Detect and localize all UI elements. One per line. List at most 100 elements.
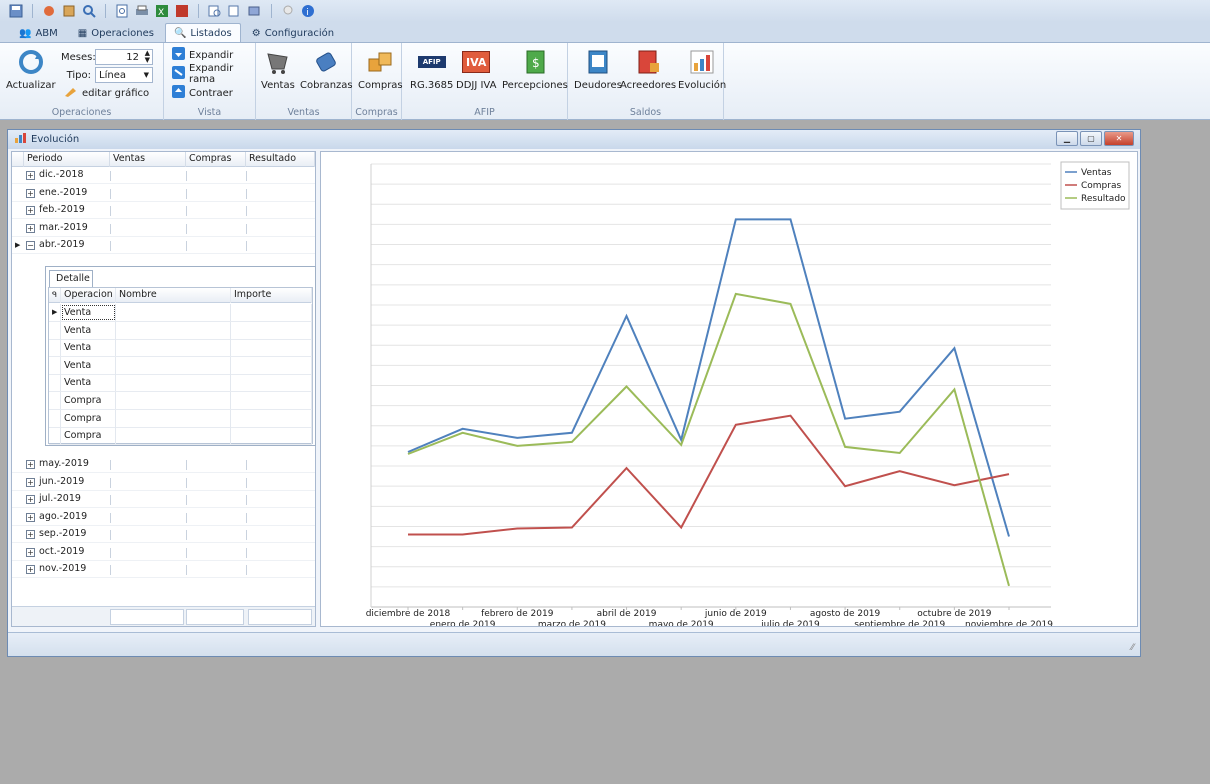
info-icon[interactable]: i [300, 3, 316, 19]
lightbulb-icon[interactable] [280, 3, 296, 19]
importe-cell[interactable] [231, 356, 312, 374]
acreedores-button[interactable]: Acreedores [620, 47, 676, 91]
percepciones-button[interactable]: $ Percepciones [502, 47, 568, 91]
table-row[interactable]: + ene.-2019 [12, 185, 315, 202]
nombre-cell[interactable] [116, 356, 231, 374]
contraer-button[interactable]: Contraer [172, 85, 233, 101]
expand-icon[interactable]: + [26, 460, 35, 469]
excel-icon[interactable]: X [154, 3, 170, 19]
nombre-cell[interactable] [116, 409, 231, 427]
actualizar-button[interactable]: Actualizar [6, 47, 56, 91]
tab-operaciones[interactable]: ▦ Operaciones [69, 23, 163, 42]
expand-icon[interactable]: + [26, 530, 35, 539]
collapse-icon[interactable]: − [26, 241, 35, 250]
window-titlebar[interactable]: Evolución ▁ ▢ ✕ [8, 130, 1140, 149]
importe-cell[interactable] [231, 374, 312, 392]
header-nombre[interactable]: Nombre [116, 288, 231, 303]
resize-grip-icon[interactable]: ⁄⁄ [1131, 643, 1134, 653]
importe-cell[interactable] [231, 409, 312, 427]
restore-icon[interactable]: ▢ [1080, 131, 1102, 146]
expand-icon[interactable]: + [26, 171, 35, 180]
header-importe[interactable]: Importe [231, 288, 312, 303]
header-periodo[interactable]: Periodo [24, 152, 110, 167]
expand-icon[interactable]: + [26, 547, 35, 557]
tab-detalle[interactable]: Detalle [49, 270, 93, 287]
operacion-cell[interactable]: Venta [61, 356, 116, 374]
nombre-cell[interactable] [116, 427, 231, 445]
operacion-cell[interactable]: Venta [61, 374, 116, 392]
header-resultado[interactable]: Resultado [246, 152, 315, 167]
operacion-cell[interactable]: Venta [61, 321, 116, 339]
expandir-button[interactable]: Expandir [172, 47, 233, 63]
detalle-row[interactable]: Venta [49, 356, 312, 375]
nombre-cell[interactable] [116, 304, 231, 321]
detalle-row[interactable]: Compra [49, 427, 312, 446]
compras-button[interactable]: Compras [358, 47, 403, 91]
expand-icon[interactable]: + [26, 188, 35, 198]
ddjj-iva-button[interactable]: IVA DDJJ IVA [456, 47, 496, 91]
operacion-cell[interactable]: Compra [61, 392, 116, 409]
table-row[interactable]: + jun.-2019 [12, 474, 315, 491]
find-dropdown-icon[interactable] [227, 3, 243, 19]
expand-icon[interactable]: + [26, 223, 35, 233]
table-row[interactable]: + jul.-2019 [12, 491, 315, 508]
operacion-cell[interactable]: Venta [61, 339, 116, 357]
detalle-row[interactable]: Venta [49, 374, 312, 393]
detalle-row[interactable]: Compra [49, 392, 312, 410]
table-row[interactable]: + feb.-2019 [12, 202, 315, 219]
detalle-row[interactable]: ▶ Venta [49, 304, 312, 322]
form-icon[interactable] [61, 3, 77, 19]
operacion-cell[interactable]: Compra [61, 409, 116, 427]
importe-cell[interactable] [231, 427, 312, 445]
preview-icon[interactable] [114, 3, 130, 19]
tab-configuracion[interactable]: ⚙ Configuración [243, 23, 343, 42]
table-row[interactable]: + dic.-2018 [12, 167, 315, 184]
table-row[interactable]: + nov.-2019 [12, 561, 315, 578]
deudores-button[interactable]: Deudores [574, 47, 622, 91]
zoom-icon[interactable] [81, 3, 97, 19]
filter-icon[interactable]: ᑫ [49, 288, 61, 303]
print-icon[interactable] [134, 3, 150, 19]
table-row[interactable]: + oct.-2019 [12, 544, 315, 561]
nombre-cell[interactable] [116, 339, 231, 357]
save-icon[interactable] [8, 3, 24, 19]
expand-icon[interactable]: + [26, 495, 35, 504]
edit-dropdown-icon[interactable] [247, 3, 263, 19]
tab-listados[interactable]: 🔍 Listados [164, 23, 241, 42]
tipo-select[interactable]: Línea ▼ [95, 67, 153, 83]
expand-icon[interactable]: + [26, 512, 35, 522]
minimize-icon[interactable]: ▁ [1056, 131, 1078, 146]
table-row[interactable]: + mar.-2019 [12, 220, 315, 237]
meses-spinner[interactable]: 12 ▲ ▼ [95, 49, 153, 65]
expand-icon[interactable]: + [26, 477, 35, 487]
table-row[interactable]: + ago.-2019 [12, 509, 315, 526]
operacion-cell[interactable]: Compra [61, 427, 116, 445]
importe-cell[interactable] [231, 304, 312, 321]
header-compras[interactable]: Compras [186, 152, 246, 167]
header-ventas[interactable]: Ventas [110, 152, 186, 167]
table-row[interactable]: + sep.-2019 [12, 526, 315, 543]
nombre-cell[interactable] [116, 392, 231, 409]
header-operacion[interactable]: Operacion [61, 288, 116, 303]
find-icon[interactable] [207, 3, 223, 19]
importe-cell[interactable] [231, 392, 312, 409]
expand-icon[interactable]: + [26, 565, 35, 574]
detalle-row[interactable]: Venta [49, 339, 312, 358]
importe-cell[interactable] [231, 339, 312, 357]
expandir-rama-button[interactable]: Expandir rama [172, 63, 255, 85]
cobranzas-button[interactable]: Cobranzas [300, 47, 353, 91]
importe-cell[interactable] [231, 321, 312, 339]
editar-grafico-button[interactable]: editar gráfico [64, 85, 149, 101]
pdf-icon[interactable] [174, 3, 190, 19]
spin-arrows-icon[interactable]: ▲ ▼ [145, 50, 150, 64]
tool-icon[interactable] [41, 3, 57, 19]
detalle-row[interactable]: Compra [49, 409, 312, 428]
table-row[interactable]: ▶ − abr.-2019 [12, 237, 315, 254]
expand-icon[interactable]: + [26, 206, 35, 215]
nombre-cell[interactable] [116, 374, 231, 392]
ventas-button[interactable]: Ventas [261, 47, 295, 91]
operacion-cell[interactable]: Venta [61, 304, 116, 321]
nombre-cell[interactable] [116, 321, 231, 339]
evolucion-button[interactable]: Evolución [678, 47, 726, 91]
tab-abm[interactable]: 👥 ABM [10, 23, 67, 42]
